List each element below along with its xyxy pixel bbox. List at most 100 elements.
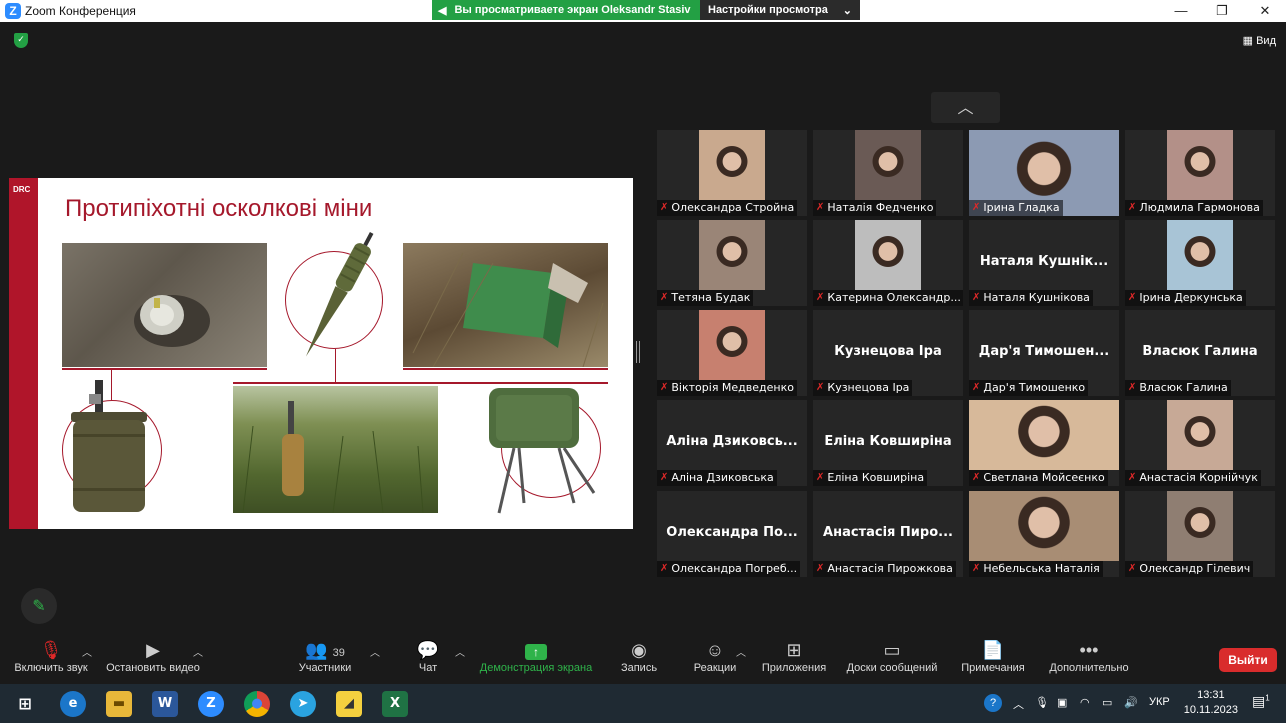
slide-side-bar: [9, 178, 38, 529]
participant-tile[interactable]: ✗ Светлана Мойсеєнко: [969, 400, 1119, 486]
camera-icon: ▶: [146, 640, 160, 660]
notifications-count: 1: [1265, 693, 1270, 703]
participant-name: Светлана Мойсеєнко: [983, 471, 1105, 484]
chrome-icon[interactable]: ●: [244, 691, 270, 717]
drc-logo: DRC: [13, 185, 31, 194]
participant-tile[interactable]: ✗ Анастасія Корнійчук: [1125, 400, 1275, 486]
participant-name-label: ✗ Анастасія Пирожкова: [813, 561, 956, 577]
edge-browser-icon[interactable]: e: [60, 691, 86, 717]
notes-label: Примечания: [961, 662, 1025, 674]
minimize-button[interactable]: —: [1166, 2, 1196, 20]
participant-name: Катерина Олександр...: [827, 291, 961, 304]
video-button[interactable]: ▶ Остановить видео: [102, 638, 204, 674]
participant-name: Дар'я Тимошенко: [983, 381, 1086, 394]
slide-connector: [335, 349, 336, 382]
participant-tile[interactable]: Еліна Ковширіна ✗ Еліна Ковширіна: [813, 400, 963, 486]
participant-tile[interactable]: ✗ Вікторія Медведенко: [657, 310, 807, 396]
panel-resize-handle[interactable]: [636, 341, 640, 363]
participant-tile[interactable]: ✗ Ірина Гладка: [969, 130, 1119, 216]
sticky-notes-icon[interactable]: ◢: [336, 691, 362, 717]
volume-icon[interactable]: 🔊: [1124, 696, 1138, 709]
record-button[interactable]: ◉ Запись: [614, 638, 664, 674]
view-button[interactable]: ▦ Вид: [1243, 34, 1276, 47]
notes-button[interactable]: 📄 Примечания: [956, 638, 1030, 674]
word-icon[interactable]: W: [152, 691, 178, 717]
chat-options-caret[interactable]: ︿: [455, 644, 465, 659]
meeting-toolbar: 🎙 Включить звук ︿ ▶ Остановить видео ︿ 👥…: [0, 632, 1286, 684]
screen-icon[interactable]: ▣: [1057, 696, 1067, 709]
participant-name-label: ✗ Анастасія Корнійчук: [1125, 470, 1261, 486]
file-explorer-icon[interactable]: ▬: [106, 691, 132, 717]
more-button[interactable]: ••• Дополнительно: [1044, 638, 1134, 674]
participant-tile[interactable]: ✗ Тетяна Будак: [657, 220, 807, 306]
participants-options-caret[interactable]: ︿: [370, 644, 380, 659]
participant-tile[interactable]: Анастасія Пиро... ✗ Анастасія Пирожкова: [813, 491, 963, 577]
participant-name: Олександра Погреб...: [671, 562, 798, 575]
directional-mine-image: [484, 383, 609, 523]
microphone-muted-icon: ✗: [816, 292, 825, 303]
participant-name: Кузнецова Іра: [827, 381, 910, 394]
system-clock[interactable]: 13:31 10.11.2023: [1184, 688, 1238, 718]
microphone-muted-icon: ✗: [1128, 202, 1137, 213]
participant-tile[interactable]: ✗ Ірина Деркунська: [1125, 220, 1275, 306]
participant-tile[interactable]: Власюк Галина ✗ Власюк Галина: [1125, 310, 1275, 396]
participant-name: Анастасія Пирожкова: [827, 562, 953, 575]
participant-video: [1167, 130, 1233, 200]
participant-tile[interactable]: ✗ Олександр Гілевич: [1125, 491, 1275, 577]
participant-tile[interactable]: Кузнецова Іра ✗ Кузнецова Іра: [813, 310, 963, 396]
share-screen-button[interactable]: ↑ Демонстрация экрана: [474, 638, 598, 674]
microphone-icon[interactable]: 🎙: [1035, 696, 1049, 709]
participant-tile[interactable]: ✗ Людмила Гармонова: [1125, 130, 1275, 216]
participant-tile[interactable]: ✗ Небельська Наталія: [969, 491, 1119, 577]
share-banner: ◀ Вы просматриваете экран Oleksandr Stas…: [432, 0, 860, 20]
participant-display-name: Дар'я Тимошен...: [978, 344, 1110, 359]
slide-divider: [62, 368, 267, 370]
maximize-button[interactable]: ❐: [1207, 2, 1237, 20]
grid-icon: ▦: [1242, 35, 1254, 47]
slide-title: Протипіхотні осколкові міни: [65, 195, 373, 222]
telegram-icon[interactable]: ➤: [290, 691, 316, 717]
participant-name: Людмила Гармонова: [1139, 201, 1260, 214]
audio-options-caret[interactable]: ︿: [82, 644, 92, 659]
video-options-caret[interactable]: ︿: [193, 644, 203, 659]
close-button[interactable]: ✕: [1250, 2, 1280, 20]
window-title: Zoom Конференция: [25, 4, 136, 18]
participants-button[interactable]: 👥 39 Участники: [292, 638, 358, 674]
encryption-shield-icon[interactable]: ✓: [14, 33, 28, 48]
participant-tile[interactable]: Аліна Дзиковсь... ✗ Аліна Дзиковська: [657, 400, 807, 486]
participant-display-name: Еліна Ковширіна: [824, 434, 952, 449]
clock-time: 13:31: [1197, 689, 1225, 701]
excel-icon[interactable]: X: [382, 691, 408, 717]
participant-name: Небельська Наталія: [983, 562, 1100, 575]
pencil-icon: ✎: [32, 596, 46, 615]
mine-in-ground-photo: [62, 243, 267, 367]
battery-icon[interactable]: ▭: [1102, 696, 1112, 709]
language-indicator[interactable]: УКР: [1149, 696, 1170, 708]
chevron-up-icon[interactable]: ︿: [1013, 696, 1024, 712]
chevron-down-icon: ⌄: [842, 4, 852, 17]
apps-button[interactable]: ⊞ Приложения: [756, 638, 832, 674]
help-icon[interactable]: ?: [984, 694, 1002, 712]
chat-button[interactable]: 💬 Чат: [408, 638, 448, 674]
windows-start-icon[interactable]: ⊞: [12, 691, 38, 717]
reactions-options-caret[interactable]: ︿: [736, 644, 746, 659]
notifications-icon[interactable]: ▤1: [1252, 693, 1270, 710]
annotate-pencil-button[interactable]: ✎: [21, 588, 57, 624]
leave-button[interactable]: Выйти: [1219, 648, 1277, 672]
participant-tile[interactable]: Дар'я Тимошен... ✗ Дар'я Тимошенко: [969, 310, 1119, 396]
participant-tile[interactable]: Наталя Кушнік... ✗ Наталя Кушнікова: [969, 220, 1119, 306]
participant-tile[interactable]: ✗ Катерина Олександр...: [813, 220, 963, 306]
participant-tile[interactable]: ✗ Наталія Федченко: [813, 130, 963, 216]
speaker-icon: ◀: [438, 4, 447, 17]
whiteboards-button[interactable]: ▭ Доски сообщений: [840, 638, 944, 674]
wifi-icon[interactable]: ◠: [1080, 696, 1090, 709]
windows-taskbar: ⊞ e ▬ W Z ● ➤ ◢ X ? ︿ 🎙 ▣ ◠ ▭ 🔊 УКР 13:3…: [0, 684, 1286, 723]
microphone-muted-icon: ✗: [972, 382, 981, 393]
participant-name-label: ✗ Олександра Стройна: [657, 200, 798, 216]
zoom-app-icon[interactable]: Z: [198, 691, 224, 717]
view-options-button[interactable]: Настройки просмотра ⌄: [700, 0, 860, 20]
reactions-button[interactable]: ☺ Реакции: [688, 638, 742, 674]
participant-tile[interactable]: ✗ Олександра Стройна: [657, 130, 807, 216]
participant-tile[interactable]: Олександра По... ✗ Олександра Погреб...: [657, 491, 807, 577]
collapse-gallery-button[interactable]: ︿: [931, 92, 1000, 123]
